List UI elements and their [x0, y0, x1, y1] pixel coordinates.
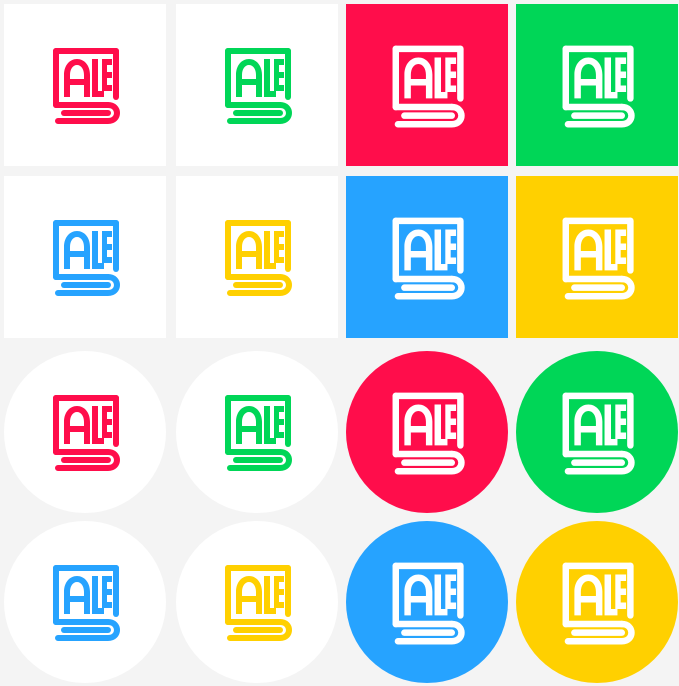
logo-tile-square-yellow-white [516, 176, 678, 338]
logo-tile-square-white-red [4, 4, 166, 166]
logo-tile-circle-white-yellow [176, 521, 338, 683]
logo-tile-circle-yellow-white [516, 521, 678, 683]
logo-tile-circle-blue-white [346, 521, 508, 683]
ale-logo-mark-icon [392, 217, 465, 299]
logo-tile-circle-white-red [4, 351, 166, 513]
ale-logo-mark-icon [562, 392, 635, 474]
ale-logo-mark-icon [53, 220, 120, 296]
ale-logo-mark-icon [53, 48, 120, 124]
logo-tile-square-red-white [346, 4, 508, 166]
logo-tile-square-green-white [516, 4, 678, 166]
logo-tile-square-white-blue [4, 176, 166, 338]
ale-logo-mark-icon [225, 565, 292, 641]
logo-variants-grid [0, 0, 679, 686]
ale-logo-mark-icon [225, 395, 292, 471]
ale-logo-mark-icon [562, 562, 635, 645]
logo-tile-circle-white-green [176, 351, 338, 513]
ale-logo-mark-icon [392, 45, 465, 127]
ale-logo-mark-icon [562, 217, 635, 299]
logo-tile-square-white-yellow [176, 176, 338, 338]
logo-tile-circle-red-white [346, 351, 508, 513]
ale-logo-mark-icon [392, 392, 465, 474]
logo-tile-circle-white-blue [4, 521, 166, 683]
ale-logo-mark-icon [225, 48, 292, 124]
ale-logo-mark-icon [53, 395, 120, 471]
ale-logo-mark-icon [225, 220, 292, 296]
ale-logo-mark-icon [53, 565, 120, 641]
logo-tile-square-white-green [176, 4, 338, 166]
logo-tile-circle-green-white [516, 351, 678, 513]
ale-logo-mark-icon [392, 562, 465, 645]
ale-logo-mark-icon [562, 45, 635, 127]
logo-tile-square-blue-white [346, 176, 508, 338]
